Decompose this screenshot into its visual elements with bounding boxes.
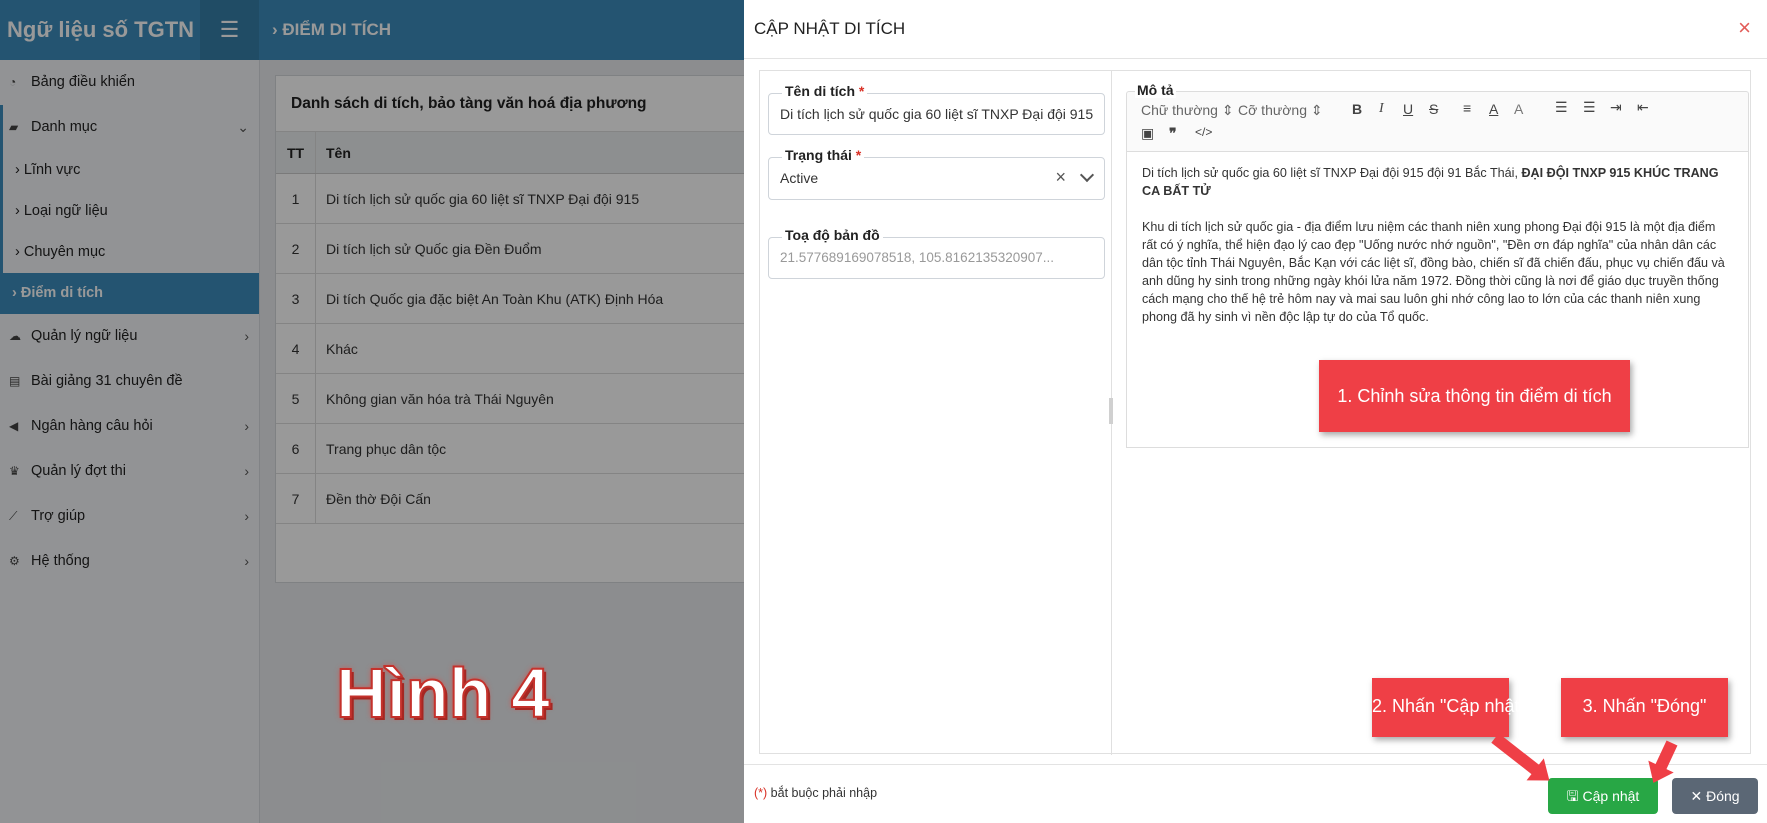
bold-icon[interactable]: B — [1352, 101, 1362, 117]
map-coords-input[interactable]: 21.577689169078518, 105.8162135320907... — [780, 250, 1100, 265]
status-value: Active — [780, 170, 819, 186]
relic-name-field[interactable]: Tên di tích * Di tích lịch sử quốc gia 6… — [768, 83, 1105, 135]
modal-footer: (*) bắt buộc phải nhập 🖫 Cập nhật ✕ Đóng — [744, 764, 1767, 823]
page: Ngữ liệu số TGTN ☰ › ĐIỂM DI TÍCH ◔ Bảng … — [0, 0, 1767, 823]
map-coords-label: Toạ độ bản đồ — [782, 227, 883, 243]
description-label: Mô tả — [1135, 82, 1176, 98]
callout-edit-info: 1. Chỉnh sửa thông tin điểm di tích — [1319, 360, 1630, 432]
clear-icon[interactable]: × — [1055, 167, 1066, 188]
strikethrough-icon[interactable]: S — [1429, 101, 1438, 117]
blockquote-icon[interactable]: ❞ — [1169, 125, 1177, 142]
editor-toolbar: Chữ thường ⇕ Cỡ thường ⇕ B I U S ≡ A A ☰… — [1126, 91, 1749, 151]
font-select[interactable]: Chữ thường ⇕ — [1141, 102, 1234, 119]
relic-name-label: Tên di tích * — [782, 83, 868, 99]
description-paragraph-2: Khu di tích lịch sử quốc gia - địa điểm … — [1142, 220, 1725, 324]
underline-icon[interactable]: U — [1403, 101, 1413, 117]
italic-icon[interactable]: I — [1379, 101, 1384, 117]
outdent-icon[interactable]: ⇤ — [1637, 99, 1649, 116]
map-coords-field[interactable]: Toạ độ bản đồ 21.577689169078518, 105.81… — [768, 227, 1105, 279]
figure-caption: Hình 4 — [335, 653, 551, 733]
relic-name-input[interactable]: Di tích lịch sử quốc gia 60 liệt sĩ TNXP… — [780, 106, 1100, 122]
code-icon[interactable]: </> — [1195, 125, 1212, 139]
bullet-list-icon[interactable]: ☰ — [1583, 99, 1596, 116]
status-label: Trạng thái * — [782, 147, 865, 163]
image-icon[interactable]: ▣ — [1141, 125, 1154, 142]
modal-header: CẬP NHẬT DI TÍCH × — [744, 0, 1767, 59]
indent-icon[interactable]: ⇥ — [1610, 99, 1622, 116]
close-icon: ✕ — [1690, 788, 1707, 804]
description-paragraph-1: Di tích lịch sử quốc gia 60 liệt sĩ TNXP… — [1142, 166, 1719, 198]
close-icon[interactable]: × — [1738, 16, 1751, 40]
update-button[interactable]: 🖫 Cập nhật — [1548, 778, 1658, 814]
size-select[interactable]: Cỡ thường ⇕ — [1238, 102, 1323, 119]
text-color-icon[interactable]: A — [1489, 101, 1498, 117]
status-select[interactable]: Trạng thái * Active × — [768, 147, 1105, 200]
callout-press-close: 3. Nhấn "Đóng" — [1561, 678, 1728, 737]
resize-handle[interactable] — [1109, 398, 1113, 424]
required-note: (*) bắt buộc phải nhập — [754, 786, 878, 800]
background-color-icon[interactable]: A — [1514, 101, 1523, 117]
close-button[interactable]: ✕ Đóng — [1672, 778, 1758, 814]
callout-press-update: 2. Nhấn "Cập nhật — [1372, 678, 1520, 737]
modal-title: CẬP NHẬT DI TÍCH — [754, 19, 906, 38]
form-left-column: Tên di tích * Di tích lịch sử quốc gia 6… — [760, 71, 1112, 755]
align-icon[interactable]: ≡ — [1463, 100, 1471, 116]
ordered-list-icon[interactable]: ☰ — [1555, 99, 1568, 116]
save-icon: 🖫 — [1566, 788, 1583, 804]
